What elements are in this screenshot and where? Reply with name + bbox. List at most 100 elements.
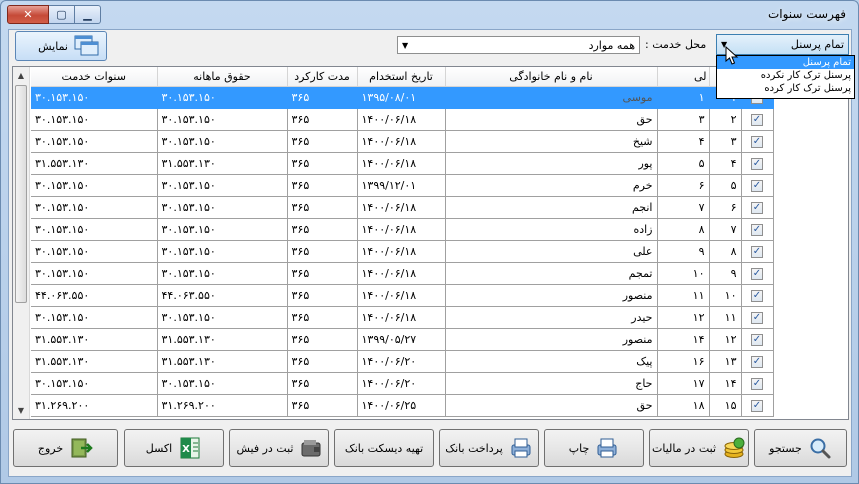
cell-monthly-salary[interactable]: ۳۰.۱۵۳.۱۵۰	[157, 108, 288, 131]
cell-service-years[interactable]: ۳۰.۱۵۳.۱۵۰	[31, 372, 158, 395]
cell-hire-date[interactable]: ۱۴۰۰/۰۶/۲۵	[357, 394, 446, 417]
cell-work-period[interactable]: ۳۶۵	[287, 262, 358, 285]
cell-full-name[interactable]: منصور	[445, 284, 658, 307]
cell-monthly-salary[interactable]: ۳۱.۲۶۹.۲۰۰	[157, 394, 288, 417]
bank-disk-button[interactable]: تهیه دیسکت بانک	[334, 429, 434, 467]
cell-full-name[interactable]: علی	[445, 240, 658, 263]
cell-hire-date[interactable]: ۱۴۰۰/۰۶/۲۰	[357, 350, 446, 373]
cell-row-number[interactable]: ۳	[709, 130, 742, 153]
row-checkbox[interactable]: ✓	[751, 377, 763, 390]
cell-work-period[interactable]: ۳۶۵	[287, 284, 358, 307]
cell-row-number[interactable]: ۹	[709, 262, 742, 285]
table-row[interactable]: ۳۱.۲۶۹.۲۰۰ ۳۱.۲۶۹.۲۰۰ ۳۶۵ ۱۴۰۰/۰۶/۲۵ حق ۱۸ ۱۵ ✓	[31, 394, 797, 417]
search-button[interactable]: جستجو	[754, 429, 847, 467]
cell-work-period[interactable]: ۳۶۵	[287, 240, 358, 263]
title-bar[interactable]: ✕ ▢ ▁ فهرست سنوات	[1, 1, 858, 29]
cell-row-number[interactable]: ۴	[709, 152, 742, 175]
cell-hire-date[interactable]: ۱۳۹۹/۰۵/۲۷	[357, 328, 446, 351]
cell-code[interactable]: ۱۰	[657, 262, 710, 285]
cell-code[interactable]: ۱۱	[657, 284, 710, 307]
table-row[interactable]: ۳۰.۱۵۳.۱۵۰ ۳۰.۱۵۳.۱۵۰ ۳۶۵ ۱۴۰۰/۰۶/۲۰ حاج ۱۷ ۱۴…	[31, 372, 797, 395]
cell-monthly-salary[interactable]: ۳۰.۱۵۳.۱۵۰	[157, 262, 288, 285]
cell-service-years[interactable]: ۴۴.۰۶۳.۵۵۰	[31, 284, 158, 307]
col-header-work-period[interactable]: مدت کارکرد	[287, 67, 358, 87]
cell-service-years[interactable]: ۳۱.۵۵۳.۱۳۰	[31, 328, 158, 351]
cell-monthly-salary[interactable]: ۳۱.۵۵۳.۱۳۰	[157, 152, 288, 175]
row-checkbox[interactable]: ✓	[751, 201, 763, 214]
cell-full-name[interactable]: حق	[445, 394, 658, 417]
cell-full-name[interactable]: شیخ	[445, 130, 658, 153]
cell-work-period[interactable]: ۳۶۵	[287, 372, 358, 395]
cell-monthly-salary[interactable]: ۳۰.۱۵۳.۱۵۰	[157, 196, 288, 219]
cell-row-number[interactable]: ۸	[709, 240, 742, 263]
cell-row-number[interactable]: ۷	[709, 218, 742, 241]
cell-service-years[interactable]: ۳۰.۱۵۳.۱۵۰	[31, 262, 158, 285]
cell-full-name[interactable]: منصور	[445, 328, 658, 351]
cell-hire-date[interactable]: ۱۴۰۰/۰۶/۲۰	[357, 372, 446, 395]
scroll-thumb[interactable]	[15, 85, 27, 303]
cell-monthly-salary[interactable]: ۳۰.۱۵۳.۱۵۰	[157, 174, 288, 197]
cell-monthly-salary[interactable]: ۴۴.۰۶۳.۵۵۰	[157, 284, 288, 307]
row-checkbox[interactable]: ✓	[751, 267, 763, 280]
table-row[interactable]: ۳۱.۵۵۳.۱۳۰ ۳۱.۵۵۳.۱۳۰ ۳۶۵ ۱۴۰۰/۰۶/۱۸ پور ۵ ۴ ✓	[31, 152, 797, 175]
row-checkbox[interactable]: ✓	[751, 113, 763, 126]
row-checkbox[interactable]: ✓	[751, 333, 763, 346]
table-row[interactable]: ۳۰.۱۵۳.۱۵۰ ۳۰.۱۵۳.۱۵۰ ۳۶۵ ۱۴۰۰/۰۶/۱۸ شیخ ۴ ۳ ✓	[31, 130, 797, 153]
cell-monthly-salary[interactable]: ۳۰.۱۵۳.۱۵۰	[157, 86, 288, 109]
cell-hire-date[interactable]: ۱۴۰۰/۰۶/۱۸	[357, 240, 446, 263]
row-checkbox[interactable]: ✓	[751, 399, 763, 412]
cell-full-name[interactable]: حق	[445, 108, 658, 131]
cell-row-number[interactable]: ۱۳	[709, 350, 742, 373]
cell-service-years[interactable]: ۳۰.۱۵۳.۱۵۰	[31, 196, 158, 219]
show-button[interactable]: نمایش	[15, 31, 107, 61]
register-tax-button[interactable]: ثبت در مالیات	[649, 429, 749, 467]
dropdown-option[interactable]: پرسنل ترک کار نکرده	[717, 69, 854, 82]
cell-hire-date[interactable]: ۱۳۹۵/۰۸/۰۱	[357, 86, 446, 109]
table-row[interactable]: ۳۰.۱۵۳.۱۵۰ ۳۰.۱۵۳.۱۵۰ ۳۶۵ ۱۴۰۰/۰۶/۱۸ علی ۹ ۸ ✓	[31, 240, 797, 263]
cell-row-number[interactable]: ۲	[709, 108, 742, 131]
cell-code[interactable]: ۱۷	[657, 372, 710, 395]
cell-row-number[interactable]: ۱۵	[709, 394, 742, 417]
maximize-button[interactable]: ▢	[49, 5, 75, 24]
cell-monthly-salary[interactable]: ۳۱.۵۵۳.۱۳۰	[157, 328, 288, 351]
cell-monthly-salary[interactable]: ۳۱.۵۵۳.۱۳۰	[157, 350, 288, 373]
cell-full-name[interactable]: پور	[445, 152, 658, 175]
col-header-full-name[interactable]: نام و نام خانوادگی	[445, 67, 658, 87]
col-header-service-years[interactable]: سنوات خدمت	[31, 67, 158, 87]
cell-code[interactable]: ۹	[657, 240, 710, 263]
cell-full-name[interactable]: خرم	[445, 174, 658, 197]
print-button[interactable]: چاپ	[544, 429, 644, 467]
cell-code[interactable]: ۶	[657, 174, 710, 197]
table-row[interactable]: ۳۰.۱۵۳.۱۵۰ ۳۰.۱۵۳.۱۵۰ ۳۶۵ ۱۴۰۰/۰۶/۱۸ زاده ۸ ۷ ✓	[31, 218, 797, 241]
cell-hire-date[interactable]: ۱۴۰۰/۰۶/۱۸	[357, 130, 446, 153]
cell-row-number[interactable]: ۱۲	[709, 328, 742, 351]
row-checkbox[interactable]: ✓	[751, 157, 763, 170]
cell-code[interactable]: ۷	[657, 196, 710, 219]
table-row[interactable]: ۴۴.۰۶۳.۵۵۰ ۴۴.۰۶۳.۵۵۰ ۳۶۵ ۱۴۰۰/۰۶/۱۸ منصور ۱۱…	[31, 284, 797, 307]
col-header-monthly-salary[interactable]: حقوق ماهانه	[157, 67, 288, 87]
cell-work-period[interactable]: ۳۶۵	[287, 306, 358, 329]
table-row[interactable]: ۳۱.۵۵۳.۱۳۰ ۳۱.۵۵۳.۱۳۰ ۳۶۵ ۱۴۰۰/۰۶/۲۰ پیک ۱۶ ۱۳…	[31, 350, 797, 373]
cell-monthly-salary[interactable]: ۳۰.۱۵۳.۱۵۰	[157, 372, 288, 395]
cell-service-years[interactable]: ۳۱.۵۵۳.۱۳۰	[31, 350, 158, 373]
cell-code[interactable]: ۱۶	[657, 350, 710, 373]
cell-monthly-salary[interactable]: ۳۰.۱۵۳.۱۵۰	[157, 218, 288, 241]
cell-hire-date[interactable]: ۱۴۰۰/۰۶/۱۸	[357, 284, 446, 307]
cell-row-number[interactable]: ۶	[709, 196, 742, 219]
cell-code[interactable]: ۱۴	[657, 328, 710, 351]
cell-hire-date[interactable]: ۱۴۰۰/۰۶/۱۸	[357, 108, 446, 131]
cell-monthly-salary[interactable]: ۳۰.۱۵۳.۱۵۰	[157, 240, 288, 263]
cell-row-number[interactable]: ۱۱	[709, 306, 742, 329]
cell-code[interactable]: ۵	[657, 152, 710, 175]
exit-button[interactable]: خروج	[13, 429, 118, 467]
cell-code[interactable]: ۴	[657, 130, 710, 153]
row-checkbox[interactable]: ✓	[751, 223, 763, 236]
row-checkbox[interactable]: ✓	[751, 179, 763, 192]
table-row[interactable]: ۳۰.۱۵۳.۱۵۰۳۰.۱۵۳.۱۵۰۳۶۵۱۳۹۵/۰۸/۰۱موسی۱۱✓	[31, 86, 797, 109]
cell-hire-date[interactable]: ۱۴۰۰/۰۶/۱۸	[357, 306, 446, 329]
register-slip-button[interactable]: ثبت در فیش	[229, 429, 329, 467]
cell-code[interactable]: ۱۸	[657, 394, 710, 417]
cell-service-years[interactable]: ۳۰.۱۵۳.۱۵۰	[31, 218, 158, 241]
col-header-hire-date[interactable]: تاریخ استخدام	[357, 67, 446, 87]
cell-code[interactable]: ۱	[657, 86, 710, 109]
